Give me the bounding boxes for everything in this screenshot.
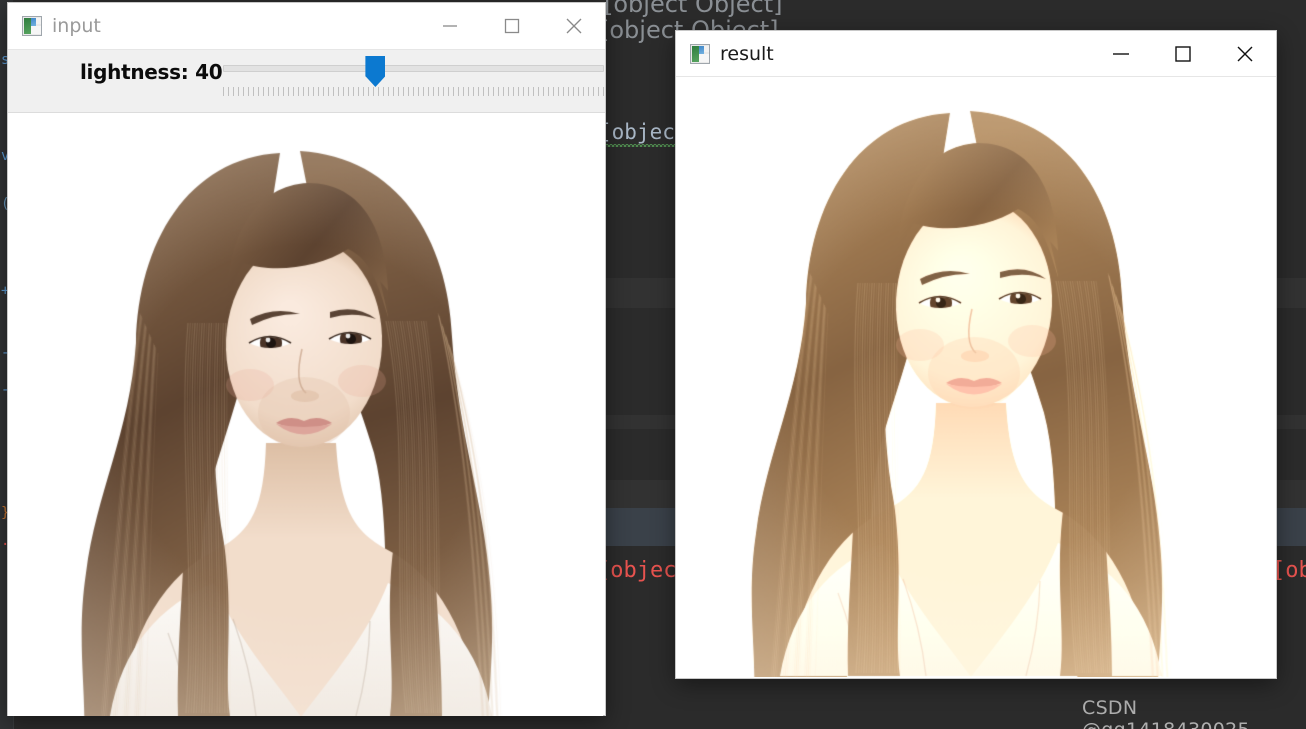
watermark: CSDN @qq1418430025: [1082, 697, 1250, 729]
titlebar-input[interactable]: input: [8, 3, 605, 50]
trackbar-ticks: [223, 87, 604, 96]
image-canvas-input: [8, 113, 603, 716]
error-squiggle: [599, 144, 681, 147]
maximize-button[interactable]: [1152, 31, 1214, 76]
close-button[interactable]: [1214, 31, 1276, 76]
image-window-icon: [22, 16, 42, 36]
image-canvas-result: [676, 77, 1274, 677]
image-window-icon: [690, 43, 710, 64]
trackbar-label: lightness: 40: [80, 60, 223, 84]
screen: s v ( + - - } . [object Object] [object …: [0, 0, 1306, 729]
maximize-button[interactable]: [481, 3, 543, 49]
titlebar-result[interactable]: result: [676, 31, 1276, 77]
minimize-button[interactable]: [1090, 31, 1152, 76]
window-result[interactable]: result: [676, 31, 1276, 678]
window-title-input: input: [52, 15, 101, 37]
window-input[interactable]: input lightness: 40: [8, 3, 605, 716]
trackbar-track[interactable]: [223, 65, 604, 72]
code-snippet-error: [object Object]: [1272, 558, 1306, 583]
trackbar-panel[interactable]: lightness: 40: [8, 50, 605, 113]
window-controls-result: [1090, 31, 1276, 76]
window-controls-input: [419, 3, 605, 49]
minimize-button[interactable]: [419, 3, 481, 49]
close-button[interactable]: [543, 3, 605, 49]
window-title-result: result: [720, 42, 774, 65]
